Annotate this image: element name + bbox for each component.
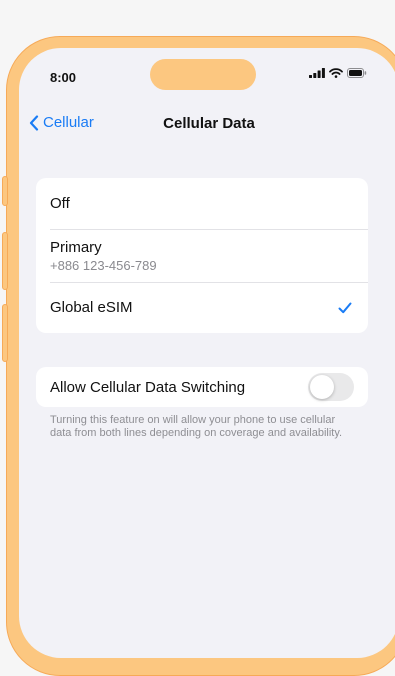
switching-group: Allow Cellular Data Switching — [36, 367, 368, 407]
option-label: Primary — [50, 238, 102, 256]
checkmark-icon — [338, 302, 352, 313]
page-title: Cellular Data — [163, 115, 255, 132]
volume-down-button — [2, 304, 8, 362]
option-label: Off — [50, 195, 70, 212]
option-off[interactable]: Off — [36, 178, 368, 229]
signal-icon — [309, 68, 325, 78]
option-primary[interactable]: Primary +886 123-456-789 — [36, 229, 368, 282]
status-time: 8:00 — [50, 70, 77, 85]
wifi-icon — [329, 68, 343, 78]
battery-icon — [347, 68, 367, 78]
switching-description: Turning this feature on will allow your … — [50, 414, 343, 439]
dynamic-island — [150, 59, 256, 90]
volume-up-button — [2, 232, 8, 290]
switching-row: Allow Cellular Data Switching — [36, 367, 368, 407]
switching-toggle[interactable] — [308, 373, 354, 401]
toggle-knob — [310, 375, 334, 399]
action-button — [2, 176, 8, 206]
phone-screen: 8:00 Cellular Cellular Data Off Primary … — [19, 48, 395, 658]
option-global-esim[interactable]: Global eSIM — [36, 282, 368, 333]
option-label: Global eSIM — [50, 299, 133, 316]
status-icons — [309, 68, 367, 78]
data-line-options: Off Primary +886 123-456-789 Global eSIM — [36, 178, 368, 333]
phone-number: +886 123-456-789 — [50, 257, 157, 273]
